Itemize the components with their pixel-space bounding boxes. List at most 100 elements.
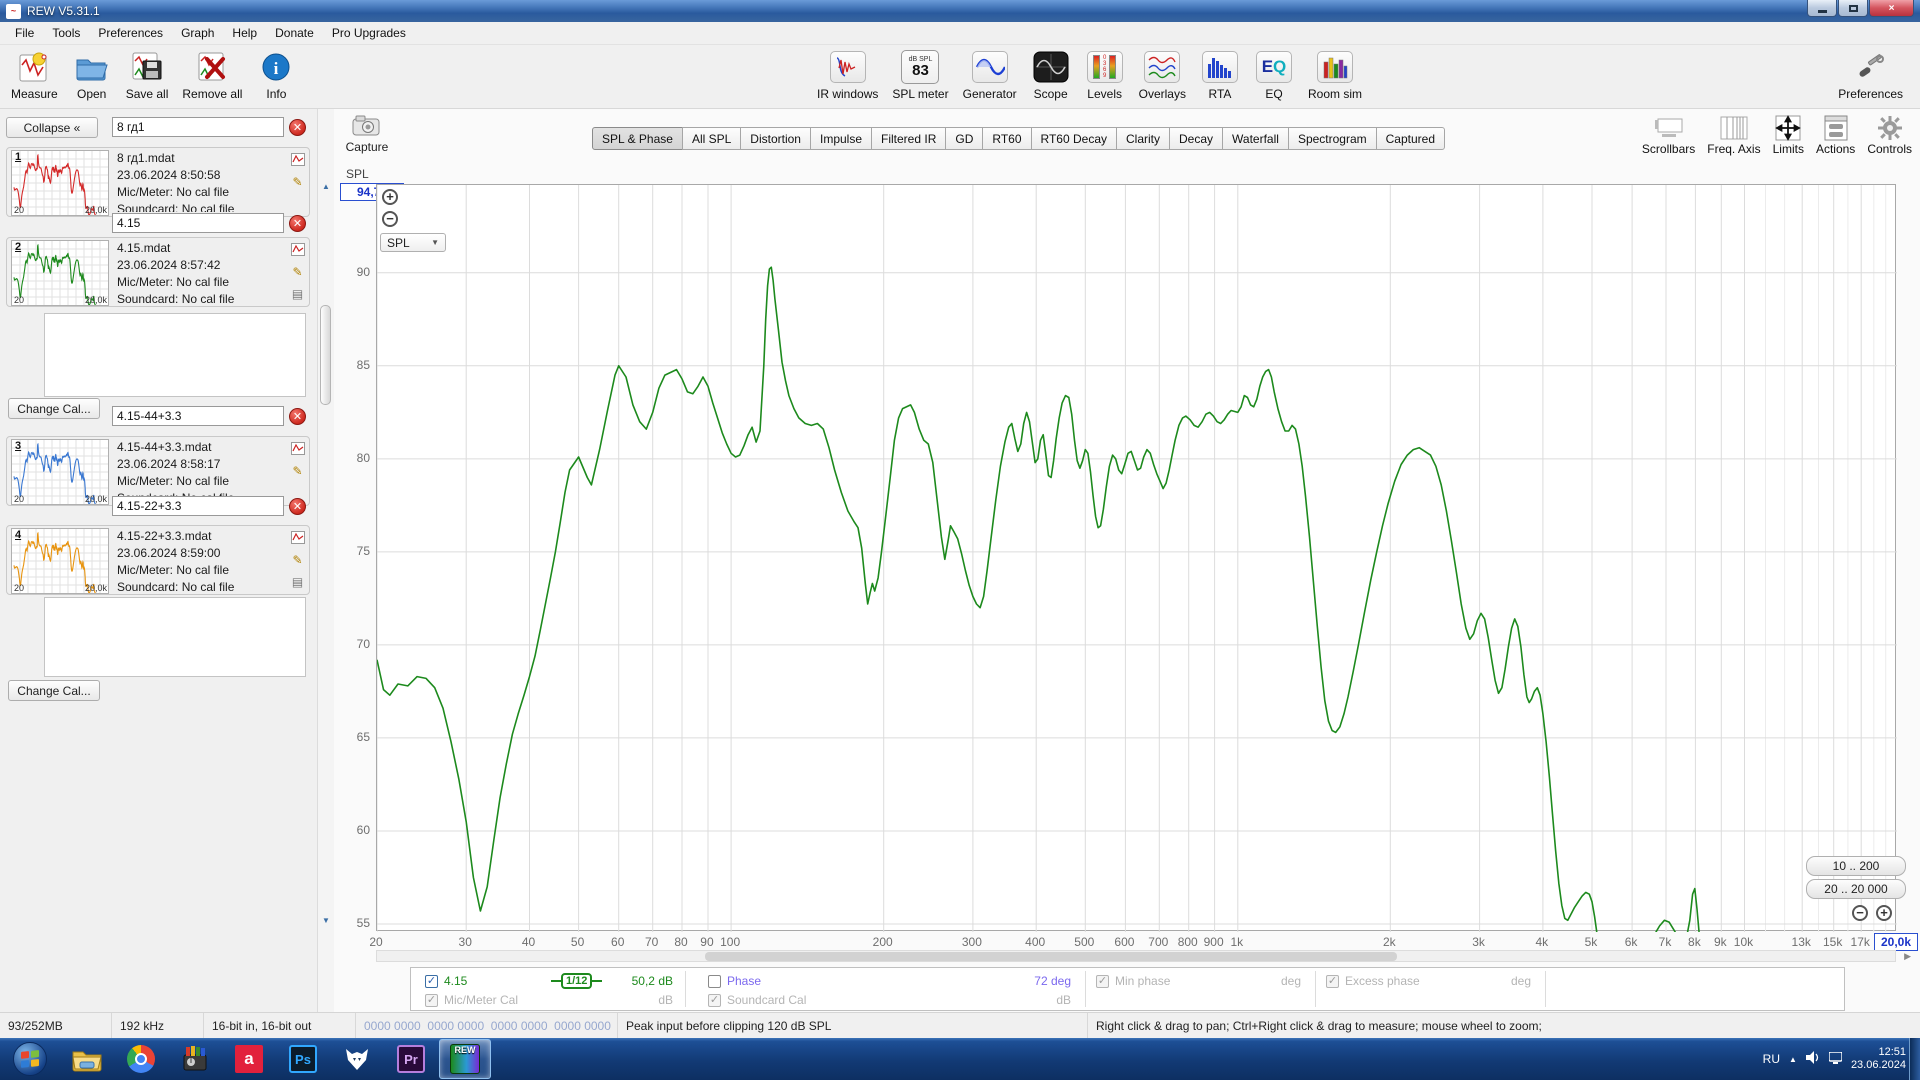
taskbar-archiver-app[interactable] — [169, 1039, 221, 1079]
limits-button[interactable]: Limits — [1773, 115, 1804, 156]
checkbox-icon[interactable]: ✓ — [708, 994, 721, 1007]
menu-file[interactable]: File — [6, 23, 43, 43]
toolbar-spl-meter-button[interactable]: dB SPL83SPL meter — [892, 49, 948, 101]
measurement-name-input[interactable] — [112, 496, 284, 516]
tab-spectrogram[interactable]: Spectrogram — [1288, 127, 1377, 150]
trace-graph-icon[interactable] — [290, 242, 305, 257]
edit-pencil-icon[interactable]: ✎ — [290, 463, 305, 478]
capture-button[interactable]: Capture — [340, 115, 394, 154]
delete-measurement-icon[interactable]: ✕ — [289, 498, 306, 515]
measurement-notes-area[interactable] — [44, 313, 306, 397]
toolbar-open-button[interactable]: Open — [72, 49, 112, 101]
delete-measurement-icon[interactable]: ✕ — [289, 119, 306, 136]
actions-button[interactable]: Actions — [1816, 115, 1855, 156]
title-bar[interactable]: ~ REW V5.31.1 × — [0, 0, 1920, 22]
tab-rt60-decay[interactable]: RT60 Decay — [1031, 127, 1117, 150]
excess-phase-toggle[interactable]: ✓Excess phase — [1326, 972, 1420, 990]
edit-pencil-icon[interactable]: ✎ — [290, 174, 305, 189]
zoom-out-x-icon[interactable]: − — [1852, 905, 1868, 921]
delete-measurement-icon[interactable]: ✕ — [289, 215, 306, 232]
toolbar-measure-button[interactable]: Measure — [11, 49, 58, 101]
checkbox-icon[interactable]: ✓ — [425, 975, 438, 988]
taskbar-clock[interactable]: 12:51 23.06.2024 — [1851, 1046, 1906, 1072]
measurement-name-input[interactable] — [112, 406, 284, 426]
zoom-in-y-icon[interactable]: + — [382, 189, 398, 205]
menu-graph[interactable]: Graph — [172, 23, 223, 43]
checkbox-icon[interactable]: ✓ — [425, 994, 438, 1007]
show-desktop-button[interactable] — [1909, 1038, 1920, 1080]
maximize-button[interactable] — [1838, 0, 1868, 17]
action-center-icon[interactable] — [1829, 1052, 1842, 1067]
zoom-in-x-icon[interactable]: + — [1876, 905, 1892, 921]
notes-icon[interactable]: ▤ — [290, 574, 305, 589]
taskbar-rew-app[interactable]: REW — [439, 1039, 491, 1079]
scrollbar-thumb[interactable] — [320, 305, 331, 405]
checkbox-icon[interactable]: ✓ — [1096, 975, 1109, 988]
minimize-button[interactable] — [1807, 0, 1837, 17]
trace-graph-icon[interactable] — [290, 441, 305, 456]
delete-measurement-icon[interactable]: ✕ — [289, 408, 306, 425]
tab-all-spl[interactable]: All SPL — [682, 127, 741, 150]
soundcard-cal-toggle[interactable]: ✓Soundcard Cal — [708, 991, 806, 1009]
toolbar-preferences-button[interactable]: Preferences — [1838, 49, 1903, 101]
volume-icon[interactable] — [1806, 1051, 1820, 1067]
close-button[interactable]: × — [1869, 0, 1914, 17]
toolbar-overlays-button[interactable]: Overlays — [1139, 49, 1186, 101]
menu-preferences[interactable]: Preferences — [89, 23, 172, 43]
collapse-panel-button[interactable]: Collapse « — [6, 117, 98, 138]
menu-pro-upgrades[interactable]: Pro Upgrades — [323, 23, 415, 43]
tray-expand-icon[interactable]: ▲ — [1789, 1055, 1797, 1064]
scroll-right-icon[interactable]: ▶ — [1904, 951, 1911, 962]
taskbar-foobar-app[interactable] — [331, 1039, 383, 1079]
measurement-item-2[interactable]: 22020,0k4.15.mdat23.06.2024 8:57:42Mic/M… — [6, 237, 310, 307]
tab-rt60[interactable]: RT60 — [982, 127, 1031, 150]
tab-filtered-ir[interactable]: Filtered IR — [871, 127, 946, 150]
edit-pencil-icon[interactable]: ✎ — [290, 264, 305, 279]
mic-meter-cal-toggle[interactable]: ✓Mic/Meter Cal — [425, 991, 518, 1009]
measurements-scrollbar[interactable]: ▲ ▼ — [318, 109, 334, 1012]
toolbar-rta-button[interactable]: RTA — [1200, 49, 1240, 101]
scrollbars-button[interactable]: Scrollbars — [1642, 115, 1695, 156]
zoom-out-y-icon[interactable]: − — [382, 211, 398, 227]
toolbar-info-button[interactable]: iInfo — [256, 49, 296, 101]
edit-pencil-icon[interactable]: ✎ — [290, 552, 305, 567]
trace-graph-icon[interactable] — [290, 530, 305, 545]
change-cal-button[interactable]: Change Cal... — [8, 398, 100, 419]
tab-impulse[interactable]: Impulse — [810, 127, 872, 150]
toolbar-save-all-button[interactable]: Save all — [126, 49, 169, 101]
measurement-name-input[interactable] — [112, 117, 284, 137]
taskbar-amd-app[interactable]: a — [223, 1039, 275, 1079]
tab-distortion[interactable]: Distortion — [740, 127, 811, 150]
trace-visibility-toggle[interactable]: ✓4.15 — [425, 972, 467, 990]
toolbar-room-sim-button[interactable]: Room sim — [1308, 49, 1362, 101]
min-phase-toggle[interactable]: ✓Min phase — [1096, 972, 1170, 990]
toolbar-generator-button[interactable]: Generator — [963, 49, 1017, 101]
toolbar-scope-button[interactable]: Scope — [1031, 49, 1071, 101]
tab-clarity[interactable]: Clarity — [1116, 127, 1170, 150]
range-20-20000-button[interactable]: 20 .. 20 000 — [1806, 879, 1906, 899]
measurement-name-input[interactable] — [112, 213, 284, 233]
tab-captured[interactable]: Captured — [1376, 127, 1445, 150]
checkbox-icon[interactable]: ✓ — [1326, 975, 1339, 988]
freq-axis-button[interactable]: Freq. Axis — [1707, 115, 1760, 156]
taskbar-explorer-app[interactable] — [61, 1039, 113, 1079]
change-cal-button[interactable]: Change Cal... — [8, 680, 100, 701]
language-indicator[interactable]: RU — [1763, 1052, 1780, 1066]
scroll-down-icon[interactable]: ▼ — [320, 915, 332, 927]
measurement-item-1[interactable]: 12020,0k8 гд1.mdat23.06.2024 8:50:58Mic/… — [6, 147, 310, 217]
tab-waterfall[interactable]: Waterfall — [1222, 127, 1289, 150]
spl-plot[interactable] — [376, 184, 1896, 931]
trace-graph-icon[interactable] — [290, 152, 305, 167]
toolbar-levels-button[interactable]: 0369Levels — [1085, 49, 1125, 101]
smoothing-badge[interactable]: 1/12 — [551, 972, 602, 990]
toolbar-eq-button[interactable]: EQEQ — [1254, 49, 1294, 101]
measurement-item-4[interactable]: 42020,0k4.15-22+3.3.mdat23.06.2024 8:59:… — [6, 525, 310, 595]
toolbar-ir-windows-button[interactable]: IR windows — [817, 49, 878, 101]
h-scrollbar-thumb[interactable] — [705, 952, 1397, 961]
tab-spl-phase[interactable]: SPL & Phase — [592, 127, 683, 150]
menu-tools[interactable]: Tools — [43, 23, 89, 43]
menu-donate[interactable]: Donate — [266, 23, 323, 43]
measurement-notes-area[interactable] — [44, 597, 306, 677]
trace-type-dropdown[interactable]: SPL ▼ — [380, 233, 446, 252]
checkbox-icon[interactable] — [708, 975, 721, 988]
